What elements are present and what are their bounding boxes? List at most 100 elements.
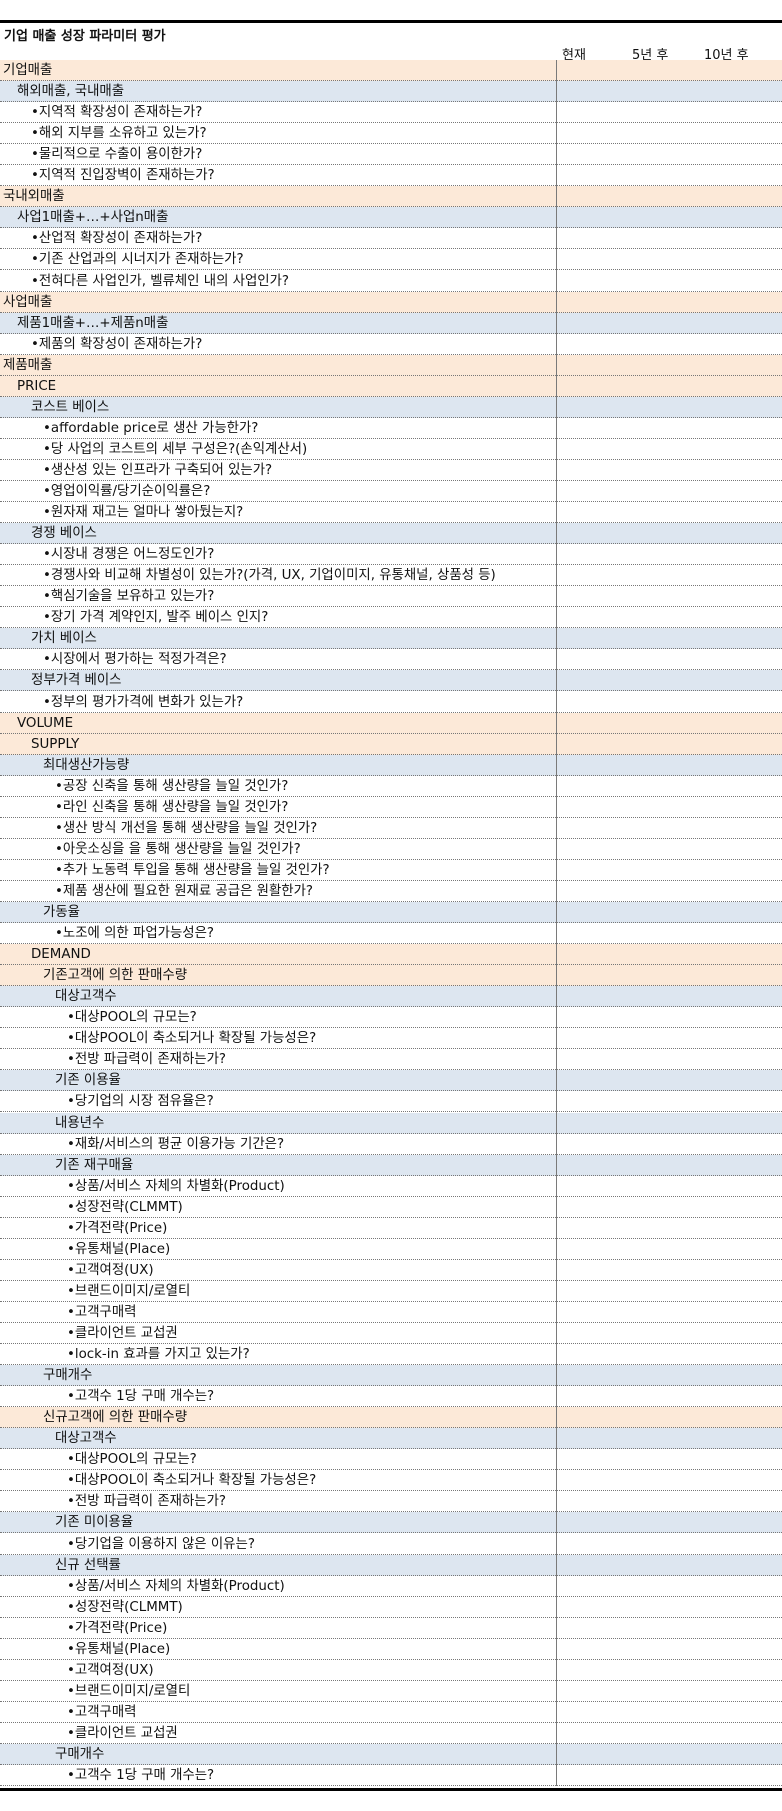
question-row: •장기 가격 계약인지, 발주 베이스 인지? [0,607,782,629]
question-label: •정부의 평가가격에 변화가 있는가? [43,694,244,710]
section-label: 기존 미이용율 [55,1515,134,1531]
question-row: •고객여정(UX) [0,1259,782,1281]
parameter-sheet: 기업 매출 성장 파라미터 평가 현재 5년 후 10년 후 기업매출 해외매출,… [0,0,782,1811]
question-row: •제품 생산에 필요한 원재료 공급은 원활한가? [0,880,782,902]
section-label: 가동율 [43,905,80,920]
section-row: 신규고객에 의한 판매수량 [0,1407,782,1429]
section-label: 최대생산가능량 [43,757,130,773]
question-label: •유통채널(Place) [67,1241,171,1257]
section-label: 사업1매출+…+사업n매출 [17,210,169,226]
question-label: •브랜드이미지/로열티 [67,1683,191,1699]
question-row: •공장 신축을 통해 생산량을 늘일 것인가? [0,775,782,797]
question-label: •대상POOL이 축소되거나 확장될 가능성은? [67,1473,317,1489]
question-row: •산업적 확장성이 존재하는가? [0,228,782,250]
question-label: •대상POOL의 규모는? [67,1010,197,1026]
question-row: •대상POOL의 규모는? [0,1007,782,1029]
question-row: •클라이언트 교섭권 [0,1722,782,1744]
question-label: •생산 방식 개선을 통해 생산량을 늘일 것인가? [55,820,318,836]
question-label: •브랜드이미지/로열티 [67,1283,191,1299]
sheet-bottom-border [0,1788,782,1792]
question-row: •고객구매력 [0,1701,782,1723]
question-row: •당기업을 이용하지 않은 이유는? [0,1533,782,1555]
question-row: •기존 산업과의 시너지가 존재하는가? [0,249,782,271]
question-row: •영업이익률/당기순이익률은? [0,481,782,502]
question-label: •대상POOL의 규모는? [67,1452,197,1468]
question-label: •고객수 1당 구매 개수는? [67,1389,215,1405]
question-row: •시장내 경쟁은 어느정도인가? [0,544,782,566]
section-row: 제품1매출+…+제품n매출 [0,312,782,334]
question-label: •산업적 확장성이 존재하는가? [31,231,203,247]
question-label: •제품의 확장성이 존재하는가? [31,336,203,352]
section-label: 제품1매출+…+제품n매출 [17,315,169,331]
question-row: •성장전략(CLMMT) [0,1596,782,1618]
section-row: 기존 이용율 [0,1070,782,1092]
question-row: •전방 파급력이 존재하는가? [0,1491,782,1513]
question-row: •대상POOL이 축소되거나 확장될 가능성은? [0,1470,782,1492]
question-row: •대상POOL이 축소되거나 확장될 가능성은? [0,1028,782,1050]
question-label: •시장내 경쟁은 어느정도인가? [43,547,215,563]
question-row: •affordable price로 생산 가능한가? [0,417,782,439]
sheet-title: 기업 매출 성장 파라미터 평가 [4,29,166,44]
question-row: •생산성 있는 인프라가 구축되어 있는가? [0,459,782,481]
section-row: 기업매출 [0,60,782,81]
question-label: •라인 신축을 통해 생산량을 늘일 것인가? [55,799,289,815]
section-label: DEMAND [31,947,91,963]
question-row: •고객구매력 [0,1301,782,1323]
question-row: •물리적으로 수출이 용이한가? [0,144,782,166]
question-label: •유통채널(Place) [67,1641,171,1657]
section-row: 기존 재구매율 [0,1154,782,1176]
question-row: •lock-in 효과를 가지고 있는가? [0,1344,782,1366]
section-label: 기존 재구매율 [55,1157,134,1173]
question-label: •해외 지부를 소유하고 있는가? [31,126,207,142]
question-row: •당 사업의 코스트의 세부 구성은?(손익계산서) [0,438,782,460]
question-label: •당 사업의 코스트의 세부 구성은?(손익계산서) [43,441,308,457]
question-row: •상품/서비스 자체의 차별화(Product) [0,1175,782,1197]
question-label: •상품/서비스 자체의 차별화(Product) [67,1578,285,1594]
question-row: •재화/서비스의 평균 이용가능 기간은? [0,1133,782,1155]
section-label: VOLUME [17,715,74,731]
question-row: •라인 신축을 통해 생산량을 늘일 것인가? [0,796,782,818]
question-row: •고객수 1당 구매 개수는? [0,1765,782,1787]
section-label: 정부가격 베이스 [31,673,122,689]
question-label: •가격전략(Price) [67,1620,168,1636]
section-label: 가치 베이스 [31,631,97,647]
question-row: •원자재 재고는 얼마나 쌓아뒀는지? [0,502,782,524]
section-label: 경쟁 베이스 [31,526,97,542]
question-row: •당기업의 시장 점유율은? [0,1091,782,1113]
question-label: •성장전략(CLMMT) [67,1599,183,1615]
section-row: 기존고객에 의한 판매수량 [0,965,782,987]
question-row: •생산 방식 개선을 통해 생산량을 늘일 것인가? [0,817,782,839]
section-row: DEMAND [0,944,782,966]
question-row: •상품/서비스 자체의 차별화(Product) [0,1575,782,1597]
question-row: •전혀다른 사업인가, 벨류체인 내의 사업인가? [0,270,782,292]
section-row: 대상고객수 [0,1428,782,1450]
section-label: 해외매출, 국내매출 [17,84,125,100]
question-label: •전혀다른 사업인가, 벨류체인 내의 사업인가? [31,273,290,289]
question-row: •가격전략(Price) [0,1217,782,1239]
question-label: •상품/서비스 자체의 차별화(Product) [67,1178,285,1194]
section-label: 사업매출 [3,294,53,310]
section-label: 신규고객에 의한 판매수량 [43,1410,188,1426]
question-row: •대상POOL의 규모는? [0,1449,782,1471]
question-row: •유통채널(Place) [0,1238,782,1260]
question-label: •물리적으로 수출이 용이한가? [31,147,203,163]
section-row: SUPPLY [0,733,782,755]
section-row: 구매개수 [0,1365,782,1387]
question-row: •브랜드이미지/로열티 [0,1680,782,1702]
question-row: •추가 노동력 투입을 통해 생산량을 늘일 것인가? [0,859,782,881]
question-row: •고객수 1당 구매 개수는? [0,1386,782,1408]
section-label: PRICE [17,378,57,394]
question-row: •핵심기술을 보유하고 있는가? [0,586,782,608]
question-label: •제품 생산에 필요한 원재료 공급은 원활한가? [55,883,314,899]
section-label: 내용년수 [55,1115,105,1131]
question-label: •추가 노동력 투입을 통해 생산량을 늘일 것인가? [55,862,330,878]
question-label: •재화/서비스의 평균 이용가능 기간은? [67,1136,285,1152]
question-label: •고객여정(UX) [67,1662,154,1678]
section-row: 내용년수 [0,1112,782,1134]
section-label: 기업매출 [3,63,53,78]
section-row: 대상고객수 [0,986,782,1008]
section-row: 사업매출 [0,291,782,313]
question-label: •고객여정(UX) [67,1262,154,1278]
question-label: •lock-in 효과를 가지고 있는가? [67,1347,250,1363]
question-label: •고객구매력 [67,1304,137,1320]
